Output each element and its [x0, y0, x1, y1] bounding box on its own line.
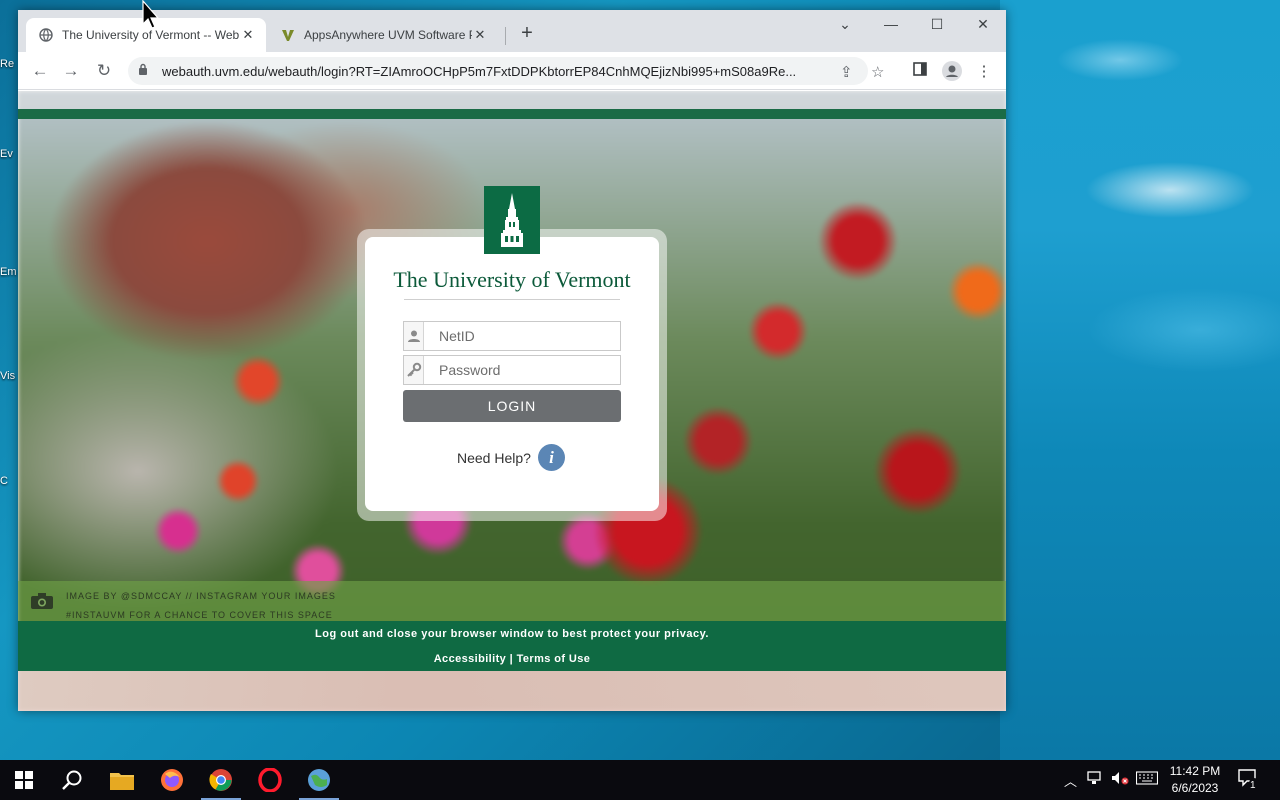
desktop-icon-vis[interactable]: Vis	[0, 370, 18, 382]
need-help-link[interactable]: Need Help? i	[457, 444, 565, 471]
desktop-icon-ev[interactable]: Ev	[0, 148, 18, 160]
clock-date: 6/6/2023	[1171, 781, 1219, 795]
tab-appsanywhere[interactable]: AppsAnywhere UVM Software Portal ✕	[268, 18, 498, 52]
login-button[interactable]: LOGIN	[403, 390, 621, 422]
network-icon[interactable]	[1087, 771, 1103, 788]
close-tab-icon[interactable]: ✕	[472, 27, 488, 43]
tab-search-icon[interactable]: ⌄	[822, 16, 868, 33]
new-tab-button[interactable]: +	[516, 22, 538, 45]
password-input[interactable]	[424, 356, 620, 384]
chevron-up-icon[interactable]: ︿	[1064, 771, 1077, 790]
accessibility-link[interactable]: Accessibility	[434, 653, 506, 665]
back-arrow-icon[interactable]: ←	[28, 59, 52, 83]
card-divider	[404, 299, 620, 300]
side-panel-icon[interactable]	[909, 61, 931, 83]
password-field[interactable]	[403, 355, 621, 385]
tab-title: AppsAnywhere UVM Software Portal	[304, 28, 472, 42]
speaker-muted-icon[interactable]	[1111, 771, 1129, 788]
terms-of-use-link[interactable]: Terms of Use	[517, 653, 591, 665]
image-credit-text: IMAGE BY @SDMCCAY // INSTAGRAM YOUR IMAG…	[66, 587, 336, 625]
mouse-cursor-icon	[142, 0, 160, 35]
privacy-note: Log out and close your browser window to…	[315, 628, 709, 640]
close-tab-icon[interactable]: ✕	[240, 27, 256, 43]
chrome-icon	[209, 769, 232, 791]
maximize-button[interactable]: ☐	[914, 16, 960, 33]
menu-kebab-icon[interactable]: ⋮	[973, 61, 995, 83]
footer-links: Accessibility | Terms of Use	[18, 653, 1006, 665]
keyboard-icon[interactable]	[1135, 771, 1159, 788]
desktop-wallpaper	[1000, 0, 1280, 760]
search-icon	[62, 770, 82, 790]
uvm-logo	[484, 186, 540, 254]
netid-input[interactable]	[424, 322, 620, 350]
address-bar[interactable]: webauth.uvm.edu/webauth/login?RT=ZIAmroO…	[128, 57, 868, 85]
university-name: The University of Vermont	[393, 267, 631, 292]
webpage: The University of Vermont LOGIN Need Hel…	[18, 91, 1006, 711]
url-text: webauth.uvm.edu/webauth/login?RT=ZIAmroO…	[162, 63, 797, 79]
notification-center-icon[interactable]	[1238, 769, 1260, 792]
clock-time: 11:42 PM	[1169, 764, 1221, 778]
globe-icon	[38, 27, 54, 43]
file-explorer-button[interactable]	[98, 760, 146, 800]
notification-count: 1	[1250, 780, 1256, 791]
user-icon	[404, 322, 424, 350]
lock-icon	[138, 62, 152, 80]
taskbar: ︿ 11:42 PM 6/6/2023 1	[0, 760, 1280, 800]
background-photo-bottom	[18, 671, 1006, 711]
opera-button[interactable]	[246, 760, 294, 800]
desktop-icon-em[interactable]: Em D	[0, 266, 18, 278]
desktop-icon-recycle[interactable]: Re	[0, 58, 18, 70]
tab-separator	[505, 27, 506, 45]
globe-app-icon	[308, 769, 330, 791]
credit-line-1: IMAGE BY @SDMCCAY // INSTAGRAM YOUR IMAG…	[66, 591, 336, 601]
tab-strip: The University of Vermont -- Web Login ✕…	[18, 10, 1006, 52]
bookmark-star-icon[interactable]: ☆	[871, 63, 884, 81]
firefox-button[interactable]	[148, 760, 196, 800]
chrome-button[interactable]	[197, 760, 245, 800]
close-window-button[interactable]: ✕	[960, 16, 1006, 33]
uvm-v-icon	[280, 27, 296, 43]
reload-icon[interactable]: ↻	[92, 59, 116, 83]
search-button[interactable]	[48, 760, 96, 800]
netid-field[interactable]	[403, 321, 621, 351]
profile-avatar-icon[interactable]	[941, 61, 963, 83]
page-footer: Log out and close your browser window to…	[18, 621, 1006, 671]
windows-logo-icon	[15, 771, 33, 789]
image-credit-band: IMAGE BY @SDMCCAY // INSTAGRAM YOUR IMAG…	[18, 581, 1006, 621]
minimize-button[interactable]: —	[868, 16, 914, 32]
opera-icon	[258, 768, 282, 792]
start-button[interactable]	[0, 760, 48, 800]
system-clock[interactable]: 11:42 PM 6/6/2023	[1160, 763, 1230, 797]
footer-separator: |	[509, 653, 514, 665]
browser-toolbar: ← → ↻ webauth.uvm.edu/webauth/login?RT=Z…	[18, 52, 1006, 90]
top-green-stripe	[18, 109, 1006, 119]
camera-icon	[31, 593, 53, 614]
forward-arrow-icon[interactable]: →	[59, 59, 83, 83]
app-globe-button[interactable]	[295, 760, 343, 800]
browser-window: The University of Vermont -- Web Login ✕…	[18, 10, 1006, 711]
desktop-icon-c[interactable]: C	[0, 475, 18, 487]
folder-icon	[110, 773, 134, 790]
firefox-icon	[161, 769, 183, 791]
need-help-label: Need Help?	[457, 449, 531, 466]
share-icon[interactable]: ⇪	[840, 63, 853, 81]
key-icon	[404, 356, 424, 384]
info-icon[interactable]: i	[537, 444, 565, 471]
top-band	[18, 91, 1006, 109]
